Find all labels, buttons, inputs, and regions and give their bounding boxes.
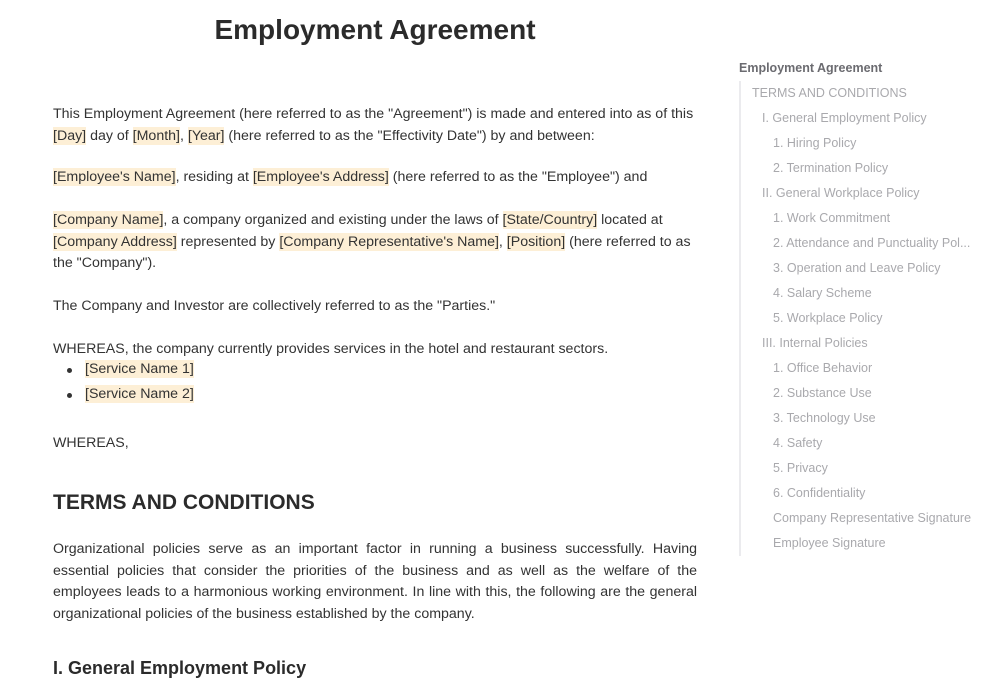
placeholder-company-name[interactable]: [Company Name]: [53, 211, 164, 229]
placeholder-position[interactable]: [Position]: [506, 232, 566, 251]
placeholder-company-address[interactable]: [Company Address]: [53, 232, 177, 251]
toc-title[interactable]: Employment Agreement: [739, 58, 984, 78]
placeholder-service-2[interactable]: [Service Name 2]: [85, 385, 194, 403]
toc-list: TERMS AND CONDITIONS I. General Employmen…: [739, 81, 984, 556]
text: ,: [180, 127, 188, 144]
section-heading-general-employment: I. General Employment Policy: [53, 658, 307, 678]
toc-item[interactable]: Employee Signature: [741, 531, 984, 556]
intro-paragraph: This Employment Agreement (here referred…: [53, 104, 697, 147]
toc-item[interactable]: 4. Safety: [741, 431, 984, 456]
text: represented by: [176, 233, 280, 250]
toc-item[interactable]: 2. Substance Use: [741, 381, 984, 406]
toc-item[interactable]: I. General Employment Policy: [741, 106, 984, 131]
employee-paragraph: [Employee's Name], residing at [Employee…: [53, 167, 697, 189]
company-paragraph: [Company Name], a company organized and …: [53, 210, 697, 275]
placeholder-service-1[interactable]: [Service Name 1]: [85, 360, 194, 378]
toc-item[interactable]: 1. Work Commitment: [741, 206, 984, 231]
placeholder-year[interactable]: [Year]: [187, 126, 225, 145]
toc-item[interactable]: 3. Operation and Leave Policy: [741, 256, 984, 281]
whereas-paragraph: WHEREAS, the company currently provides …: [53, 341, 609, 357]
list-item: [Service Name 1]: [53, 359, 194, 384]
toc-item[interactable]: 1. Office Behavior: [741, 356, 984, 381]
placeholder-employee-address[interactable]: [Employee's Address]: [252, 168, 389, 186]
whereas-paragraph-2: WHEREAS,: [53, 435, 129, 451]
toc-item[interactable]: II. General Workplace Policy: [741, 181, 984, 206]
text: , a company organized and existing under…: [163, 212, 503, 228]
terms-paragraph: Organizational policies serve as an impo…: [53, 541, 697, 622]
parties-paragraph: The Company and Investor are collectivel…: [53, 298, 496, 314]
text: (here referred to as the "Effectivity Da…: [224, 127, 595, 144]
toc-item[interactable]: 4. Salary Scheme: [741, 281, 984, 306]
placeholder-state-country[interactable]: [State/Country]: [502, 211, 598, 229]
placeholder-employee-name[interactable]: [Employee's Name]: [53, 168, 176, 186]
services-list: [Service Name 1] [Service Name 2]: [53, 359, 194, 409]
toc-item[interactable]: 3. Technology Use: [741, 406, 984, 431]
text: located at: [597, 212, 663, 228]
toc-item[interactable]: 6. Confidentiality: [741, 481, 984, 506]
text: day of: [86, 127, 133, 144]
toc-item[interactable]: III. Internal Policies: [741, 331, 984, 356]
toc-item[interactable]: TERMS AND CONDITIONS: [741, 81, 984, 106]
toc-item[interactable]: 2. Attendance and Punctuality Pol...: [741, 231, 984, 256]
document-title: Employment Agreement: [214, 14, 536, 45]
toc-item[interactable]: 2. Termination Policy: [741, 156, 984, 181]
toc-item[interactable]: 5. Workplace Policy: [741, 306, 984, 331]
toc-item[interactable]: 5. Privacy: [741, 456, 984, 481]
text: This Employment Agreement (here referred…: [53, 106, 694, 122]
list-item: [Service Name 2]: [53, 384, 194, 409]
toc-item[interactable]: 1. Hiring Policy: [741, 131, 984, 156]
text: ,: [498, 233, 507, 250]
placeholder-month[interactable]: [Month]: [132, 126, 180, 145]
terms-heading: TERMS AND CONDITIONS: [53, 491, 315, 514]
toc-item[interactable]: Company Representative Signature: [741, 506, 984, 531]
placeholder-day[interactable]: [Day]: [53, 126, 87, 145]
table-of-contents: Employment Agreement TERMS AND CONDITION…: [739, 58, 984, 556]
text: (here referred to as the "Employee") and: [388, 169, 648, 185]
text: , residing at: [175, 169, 253, 185]
placeholder-representative-name[interactable]: [Company Representative's Name]: [279, 232, 499, 251]
